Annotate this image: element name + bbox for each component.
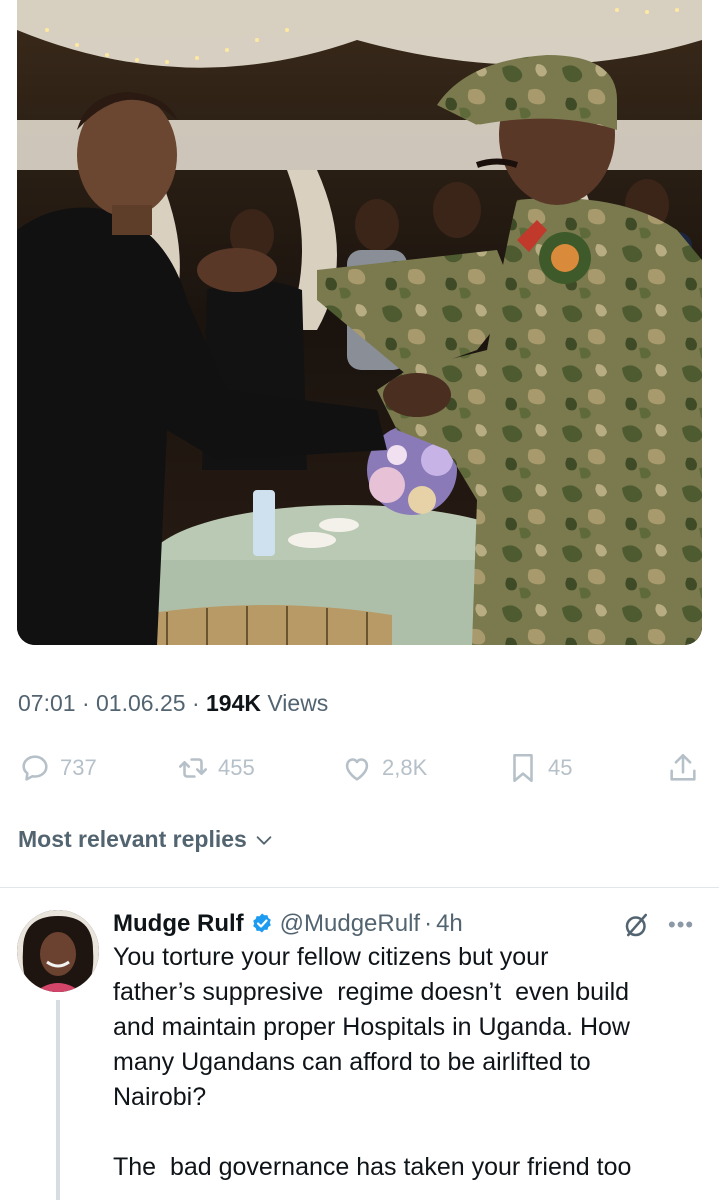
reply-age[interactable]: 4h xyxy=(436,910,463,938)
verified-badge-icon xyxy=(250,912,274,936)
section-divider xyxy=(0,887,719,888)
avatar[interactable] xyxy=(17,910,99,992)
reply-separator: · xyxy=(424,910,433,937)
avatar-image xyxy=(17,910,99,992)
tweet-date[interactable]: 01.06.25 xyxy=(96,690,186,716)
bookmark-icon xyxy=(513,753,533,783)
like-count: 2,8K xyxy=(382,755,428,780)
views-count: 194K xyxy=(206,690,261,716)
repost-button[interactable]: 455 xyxy=(176,748,255,788)
heart-icon xyxy=(345,758,369,781)
reply-count: 737 xyxy=(60,755,97,780)
comment-icon xyxy=(22,755,48,781)
tweet-time[interactable]: 07:01 xyxy=(18,690,76,716)
share-button[interactable] xyxy=(666,748,700,788)
chevron-down-icon xyxy=(256,835,272,845)
more-icon[interactable]: ••• xyxy=(668,912,694,938)
thread-line xyxy=(56,1000,60,1200)
tweet-photo[interactable] xyxy=(17,0,702,645)
tweet-action-bar: 737 455 2,8K 45 xyxy=(18,748,702,788)
reply-author-handle[interactable]: @MudgeRulf xyxy=(280,910,420,938)
reply-author-name[interactable]: Mudge Rulf xyxy=(113,910,244,938)
reply-text: You torture your fellow citizens but you… xyxy=(113,943,632,1181)
views-label: Views xyxy=(267,690,329,716)
replies-sort-label: Most relevant replies xyxy=(18,826,247,852)
share-icon xyxy=(670,753,696,781)
repost-count: 455 xyxy=(218,755,255,780)
tweet-meta: 07:01 · 01.06.25 · 194K Views xyxy=(18,690,328,717)
reply-header: Mudge Rulf @MudgeRulf · 4h xyxy=(113,906,463,942)
bookmark-button[interactable]: 45 xyxy=(506,748,572,788)
replies-sort-dropdown[interactable]: Most relevant replies xyxy=(18,826,275,853)
like-button[interactable]: 2,8K xyxy=(340,748,427,788)
event-photo-illustration xyxy=(17,0,702,645)
bookmark-count: 45 xyxy=(548,755,573,780)
meta-separator: · xyxy=(81,690,90,716)
repost-icon xyxy=(178,758,208,778)
meta-separator: · xyxy=(191,690,200,716)
reply-button[interactable]: 737 xyxy=(18,748,97,788)
grok-icon xyxy=(625,913,647,937)
